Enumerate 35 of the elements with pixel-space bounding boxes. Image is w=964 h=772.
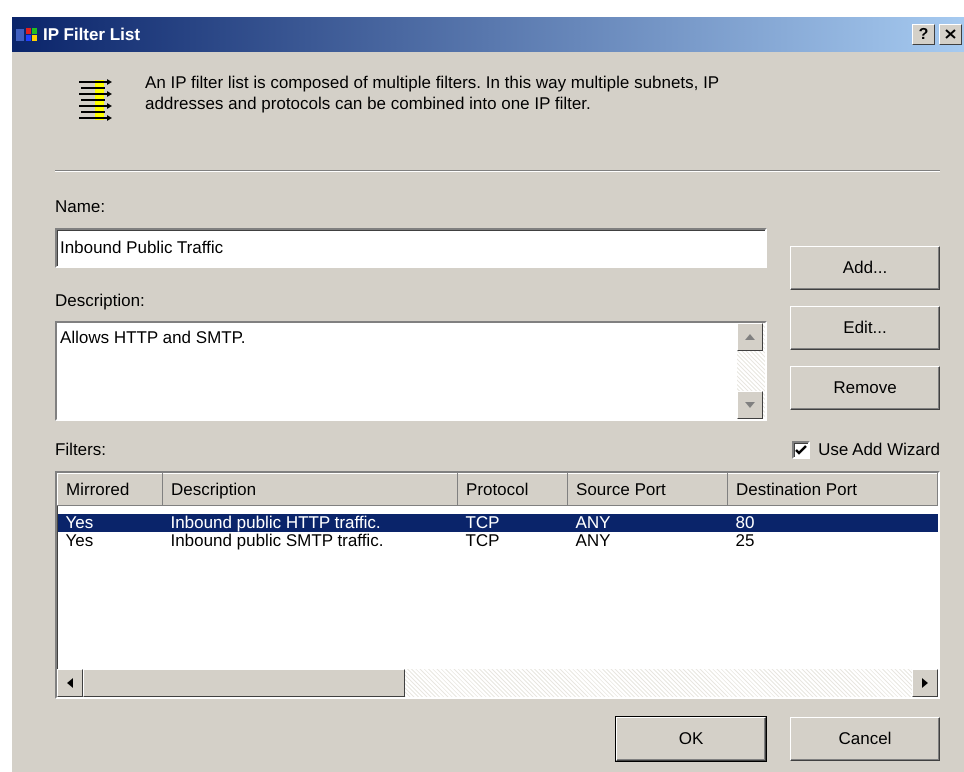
column-header[interactable]: Description bbox=[162, 473, 458, 506]
close-icon bbox=[945, 29, 956, 40]
column-header[interactable]: Protocol bbox=[458, 473, 568, 506]
filter-list-icon bbox=[79, 78, 113, 122]
add-button[interactable]: Add... bbox=[790, 246, 940, 290]
filter-row[interactable]: Yes Inbound public SMTP traffic. TCP ANY 25 bbox=[58, 532, 938, 550]
name-label: Name: bbox=[55, 196, 106, 218]
app-icon bbox=[16, 26, 38, 42]
help-button[interactable]: ? bbox=[912, 24, 935, 45]
filter-row[interactable]: Yes Inbound public HTTP traffic. TCP ANY 80 bbox=[58, 514, 938, 532]
dialog-button[interactable]: OK bbox=[616, 716, 766, 760]
scroll-up-button[interactable] bbox=[737, 323, 763, 351]
up-arrow-icon bbox=[745, 334, 755, 340]
column-header[interactable]: Source Port bbox=[568, 473, 728, 506]
right-arrow-icon bbox=[922, 678, 928, 688]
wizard-label: Use Add Wizard bbox=[818, 439, 940, 461]
scroll-right-button[interactable] bbox=[912, 668, 938, 696]
window-title: IP Filter List bbox=[43, 24, 141, 46]
side-button[interactable]: Remove bbox=[790, 366, 940, 410]
name-field[interactable]: Inbound Public Traffic bbox=[55, 228, 767, 268]
wizard-checkbox[interactable] bbox=[792, 440, 810, 459]
column-header[interactable]: Mirrored bbox=[58, 473, 162, 506]
dialog-button[interactable]: Cancel bbox=[790, 716, 940, 760]
scroll-down-button[interactable] bbox=[737, 391, 763, 419]
scroll-thumb[interactable] bbox=[83, 668, 405, 696]
column-header[interactable]: Destination Port bbox=[728, 473, 938, 506]
down-arrow-icon bbox=[745, 402, 755, 408]
scroll-left-button[interactable] bbox=[57, 668, 83, 696]
close-button[interactable] bbox=[939, 24, 962, 45]
filters-label: Filters: bbox=[55, 439, 106, 461]
left-arrow-icon bbox=[67, 678, 73, 688]
description-label: Description: bbox=[55, 290, 146, 312]
intro-text: An IP filter list is composed of multiple filters. In this way multiple subnets, IP addresses and protocols can be combined into one IP filter. bbox=[145, 72, 720, 115]
side-button[interactable]: Edit... bbox=[790, 306, 940, 350]
description-field[interactable]: Allows HTTP and SMTP. bbox=[55, 321, 767, 421]
